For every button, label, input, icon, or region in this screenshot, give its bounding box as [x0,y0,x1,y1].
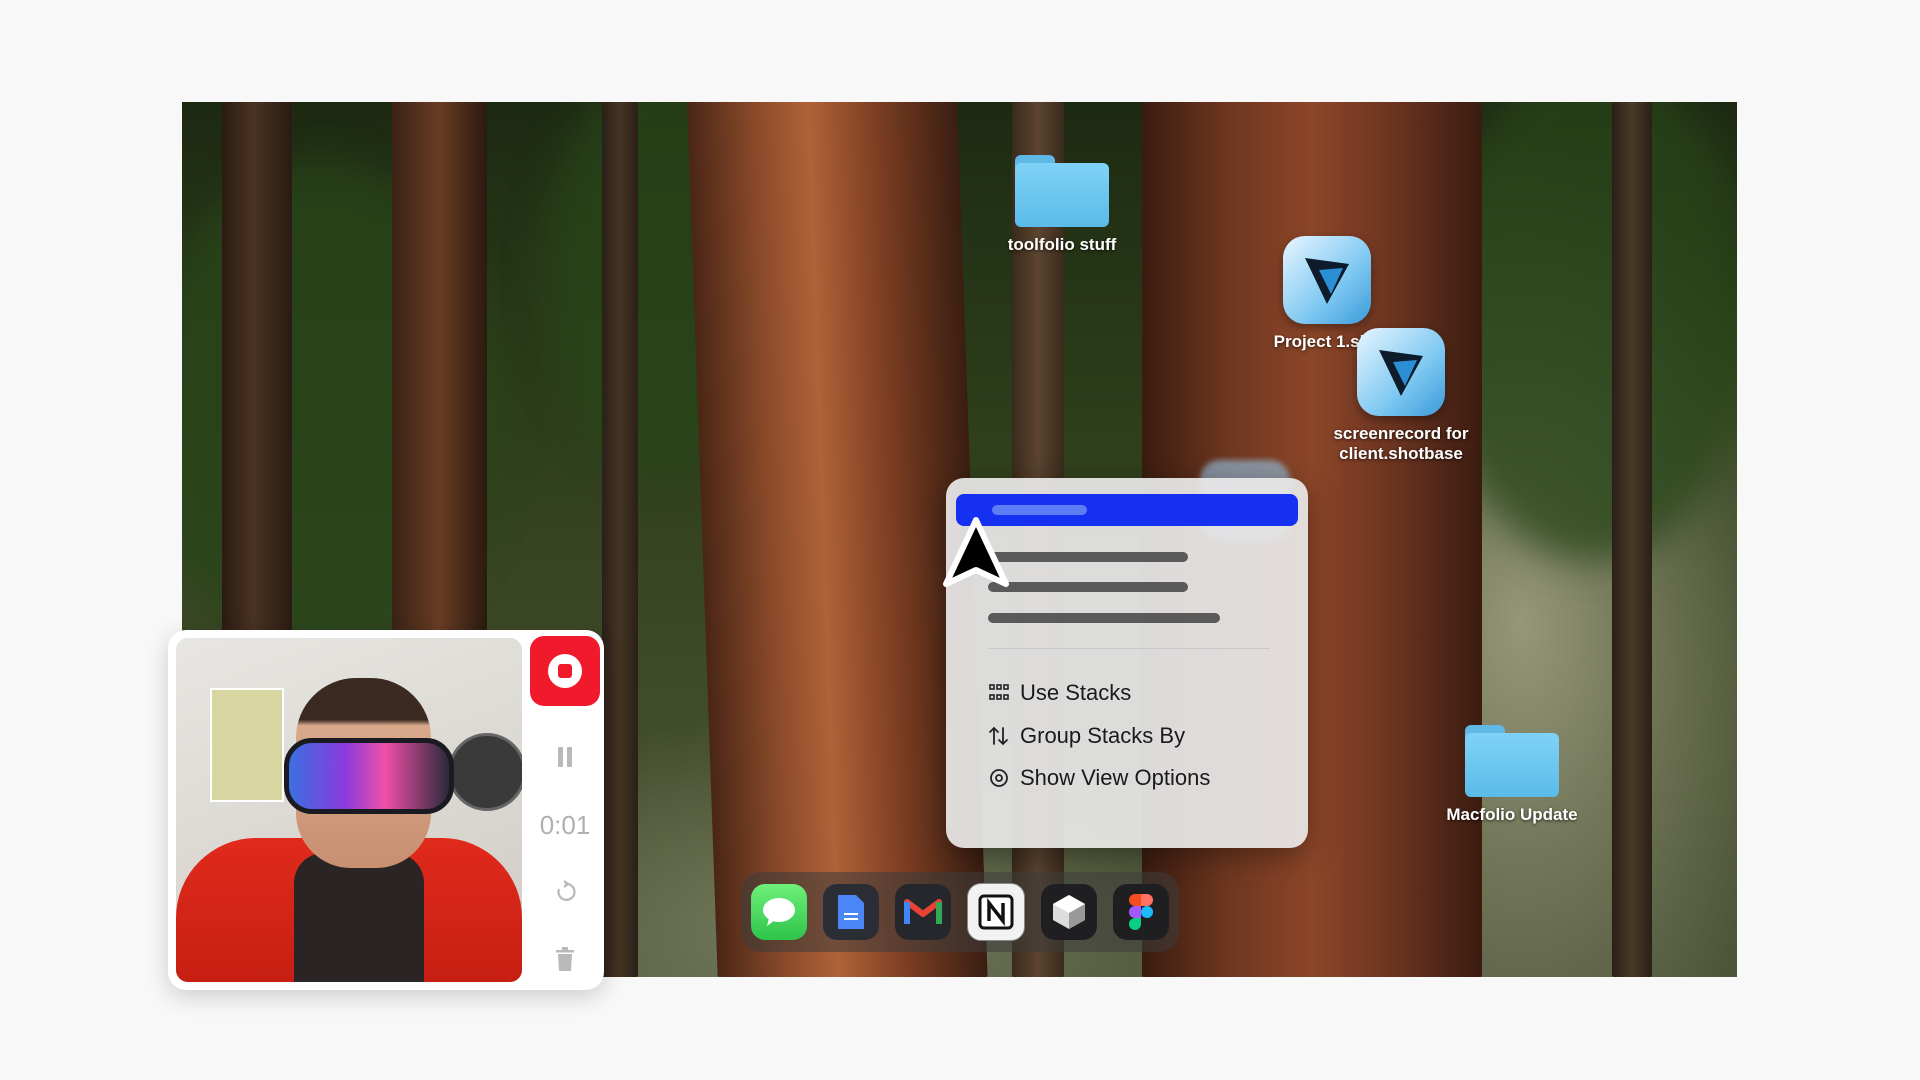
docs-icon[interactable] [823,884,879,940]
menu-item-label: Group Stacks By [1020,723,1186,748]
messages-icon[interactable] [751,884,807,940]
desktop-icon-macfolio-update[interactable]: Macfolio Update [1427,725,1597,825]
restart-icon [557,880,576,901]
desktop-icon-screenrecord[interactable]: screenrecord for client.shotbase [1316,328,1486,464]
menu-item-placeholder[interactable] [988,582,1188,592]
desktop-icon-label: Macfolio Update [1446,805,1578,824]
trash-icon [556,947,574,971]
stop-icon [558,664,572,678]
wall-mirror [448,733,522,811]
menu-item-placeholder[interactable] [988,613,1220,623]
folder-icon [1465,725,1559,797]
menu-item-label: Use Stacks [1020,680,1132,705]
wall-poster [210,688,284,802]
desktop-icon-toolfolio-stuff[interactable]: toolfolio stuff [977,155,1147,255]
webcam-preview [176,638,522,982]
ski-goggles [284,738,454,814]
menu-item-label: Show View Options [1020,765,1211,790]
menu-item-placeholder[interactable] [988,552,1188,562]
delete-button[interactable] [530,946,600,977]
screen-recorder-widget: 0:01 [168,630,604,990]
grid-icon [989,684,1009,700]
recording-timer: 0:01 [539,810,591,840]
gear-icon [990,769,1008,787]
dock [741,872,1179,952]
gmail-icon[interactable] [895,884,951,940]
restart-button[interactable] [530,880,600,909]
shotbase-app-icon [1283,236,1371,324]
person-collar [294,853,424,982]
stop-recording-button[interactable] [530,636,600,706]
menu-item-use-stacks[interactable]: Use Stacks [988,678,1131,708]
figma-icon[interactable] [1113,884,1169,940]
cube-icon[interactable] [1041,884,1097,940]
shotbase-app-icon [1357,328,1445,416]
notion-icon[interactable] [967,883,1025,941]
sort-arrows-icon [989,726,1008,746]
folder-icon [1015,155,1109,227]
recorder-controls: 0:01 [530,636,600,984]
tree-trunk [602,102,638,977]
desktop-icon-label: toolfolio stuff [1007,235,1117,254]
menu-separator [988,648,1270,649]
pause-button[interactable] [530,746,600,773]
desktop-icon-label: screenrecord for client.shotbase [1333,424,1469,463]
tree-trunk [1612,102,1652,977]
pause-icon [558,747,572,767]
menu-item-show-view-options[interactable]: Show View Options [988,763,1210,793]
pointer-cursor-icon [943,517,1009,587]
menu-item-group-stacks-by[interactable]: Group Stacks By [988,721,1185,751]
